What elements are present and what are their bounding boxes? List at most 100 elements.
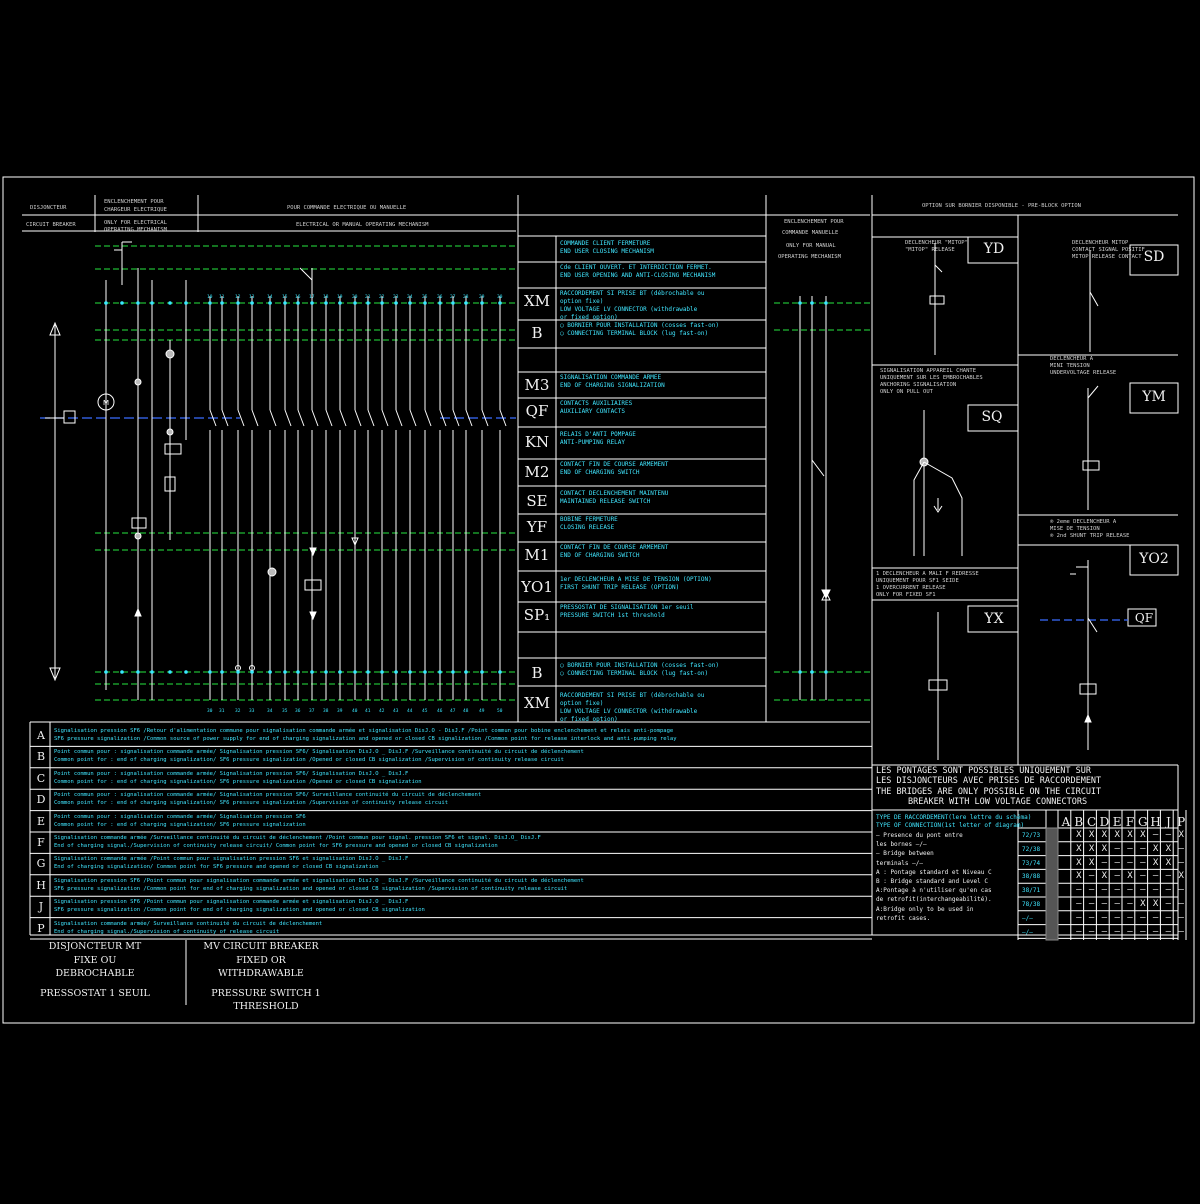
row-letter: D bbox=[36, 793, 46, 807]
terminal-dot bbox=[250, 670, 254, 674]
row-letter: P bbox=[37, 921, 45, 935]
terminal-number: 46 bbox=[437, 708, 443, 714]
arrow-symbol bbox=[933, 498, 943, 513]
terminal-number: 37 bbox=[309, 708, 315, 714]
terminal-dot bbox=[810, 670, 814, 674]
row-description: Signalisation commande armée /Point comm… bbox=[54, 856, 409, 863]
title-en-1: MV CIRCUIT BREAKER bbox=[203, 941, 319, 952]
terminal-dot bbox=[310, 670, 314, 674]
terminal-dot bbox=[208, 670, 212, 674]
header-manual-4: OPERATING MECHANISM bbox=[778, 254, 841, 260]
terminal-dot bbox=[268, 301, 272, 305]
terminal-dot bbox=[423, 301, 427, 305]
wiring-diagram: M 10 30 11 31 12 32 13 33 14 34 15 35 16 36 17 37 18 38 19 3… bbox=[0, 0, 1200, 1200]
legend-code-4: M3 bbox=[524, 376, 550, 394]
terminal-dot bbox=[366, 670, 370, 674]
terminal-dot bbox=[366, 301, 370, 305]
terminal-dot bbox=[184, 670, 188, 674]
terminal-dot bbox=[168, 301, 172, 305]
terminal-dot bbox=[236, 301, 240, 305]
switch-contact bbox=[424, 409, 432, 427]
switch-contact bbox=[325, 409, 333, 427]
legend-line: ◯ BORNIER POUR INSTALLATION (cosses fast… bbox=[560, 662, 719, 669]
option-label: SIGNALISATION APPAREIL CHANTE bbox=[880, 368, 977, 374]
row-description: Common point for : end of charging signa… bbox=[54, 778, 422, 785]
table-row-type: 72/38 bbox=[1022, 845, 1041, 853]
terminal-number: 39 bbox=[337, 708, 343, 714]
row-description: Point commun pour : signalisation comman… bbox=[54, 792, 482, 799]
option-label: ® 2eme DECLENCHEUR A bbox=[1050, 519, 1117, 525]
header-enclenchement-3: ONLY FOR ELECTRICAL bbox=[104, 220, 167, 226]
terminal-dot bbox=[324, 301, 328, 305]
legend-line: END OF CHARGING SWITCH bbox=[560, 552, 640, 559]
row-description: Point commun pour : signalisation comman… bbox=[54, 770, 409, 777]
row-letter: F bbox=[37, 836, 45, 849]
terminal-number: 22 bbox=[379, 294, 385, 300]
row-description: Signalisation pression SF6 /Retour d'ali… bbox=[54, 728, 674, 734]
option-label: "MITOP" RELEASE bbox=[905, 247, 955, 253]
table-note: de retrofit(interchangeabilité). bbox=[876, 896, 992, 904]
closing-release-coil bbox=[304, 579, 322, 591]
terminal-dot bbox=[296, 301, 300, 305]
contact-symbol bbox=[1070, 566, 1088, 575]
terminal-number: 20 bbox=[352, 294, 358, 300]
terminal-number: 49 bbox=[479, 708, 485, 714]
legend-line: END OF CHARGING SIGNALIZATION bbox=[560, 382, 665, 389]
legend-line: END OF CHARGING SWITCH bbox=[560, 469, 640, 476]
terminal-dot bbox=[136, 670, 140, 674]
legend-code-11: YO1 bbox=[521, 578, 553, 596]
header-commande: POUR COMMANDE ELECTRIQUE OU MANUELLE bbox=[287, 205, 407, 211]
table-note: A:Pontage à n'utiliser qu'en cas bbox=[876, 887, 992, 895]
terminal-number: 42 bbox=[379, 708, 385, 714]
switch-contact bbox=[1087, 385, 1099, 399]
option-label: UNDERVOLTAGE RELEASE bbox=[1050, 370, 1117, 376]
terminal-number: 30 bbox=[207, 708, 213, 714]
terminal-number: 25 bbox=[422, 294, 428, 300]
terminal-dot bbox=[150, 301, 154, 305]
legend-line: PRESSURE SWITCH 1st threshold bbox=[560, 612, 665, 619]
junction bbox=[267, 567, 277, 577]
terminal-number: 35 bbox=[282, 708, 288, 714]
junction bbox=[134, 532, 142, 540]
table-row-type: 38/88 bbox=[1022, 873, 1041, 881]
row-description: Signalisation pression SF6 /Point commun… bbox=[54, 877, 584, 884]
title-fr-3: DEBROCHABLE bbox=[55, 968, 135, 979]
legend-line: MAINTAINED RELEASE SWITCH bbox=[560, 498, 651, 505]
terminal-dot bbox=[310, 301, 314, 305]
row-description: SF6 pressure signalization /Common point… bbox=[54, 907, 425, 914]
terminal-dot bbox=[810, 301, 814, 305]
table-title: TYPE DE RACCORDEMENT(lere lettre du sché… bbox=[876, 814, 1032, 821]
terminal-number: 32 bbox=[235, 708, 241, 714]
terminal-dot bbox=[824, 301, 828, 305]
terminal-dot bbox=[184, 301, 188, 305]
option-label: ONLY ON PULL OUT bbox=[880, 389, 933, 395]
terminal-dot bbox=[423, 670, 427, 674]
table-cell: – bbox=[1178, 857, 1184, 868]
legend-code-6: KN bbox=[524, 433, 550, 451]
bridges-note-3: THE BRIDGES ARE ONLY POSSIBLE ON THE CIR… bbox=[876, 787, 1102, 797]
relay-coil bbox=[164, 443, 182, 455]
row-description: Signalisation commande armée/ Surveillan… bbox=[54, 920, 323, 927]
terminal-dot bbox=[408, 301, 412, 305]
row-description: Signalisation commande armée /Surveillan… bbox=[54, 835, 541, 841]
row-description: Common point for : end of charging signa… bbox=[54, 821, 306, 828]
terminal-number: 23 bbox=[393, 294, 399, 300]
legend-code-8: SE bbox=[526, 492, 548, 510]
table-cell: X bbox=[1178, 871, 1184, 882]
option-label: UNIQUEMENT POUR SF1 SEIDE bbox=[876, 578, 959, 584]
terminal-dot bbox=[464, 301, 468, 305]
bridges-note-2: LES DISJONCTEURS AVEC PRISES DE RACCORDE… bbox=[876, 776, 1102, 786]
title-en-4: PRESSURE SWITCH 1 THRESHOLD bbox=[211, 988, 321, 1012]
terminal-number: 43 bbox=[393, 708, 399, 714]
legend-code-14: B bbox=[531, 664, 543, 682]
legend-line: 1er DECLENCHEUR A MISE DE TENSION (OPTIO… bbox=[560, 576, 712, 583]
header-enclenchement-1: ENCLENCHEMENT POUR bbox=[104, 199, 164, 205]
table-row-type: 38/71 bbox=[1022, 887, 1041, 895]
terminal-dot bbox=[498, 301, 502, 305]
row-letter: B bbox=[36, 750, 46, 764]
terminal-dot bbox=[480, 301, 484, 305]
table-title: TYPE OF CONNECTION(1st letter of diagram… bbox=[876, 822, 1025, 829]
terminal-number: 40 bbox=[352, 708, 358, 714]
legend-code-3: B bbox=[531, 324, 543, 342]
terminal-number: 29 bbox=[479, 294, 485, 300]
